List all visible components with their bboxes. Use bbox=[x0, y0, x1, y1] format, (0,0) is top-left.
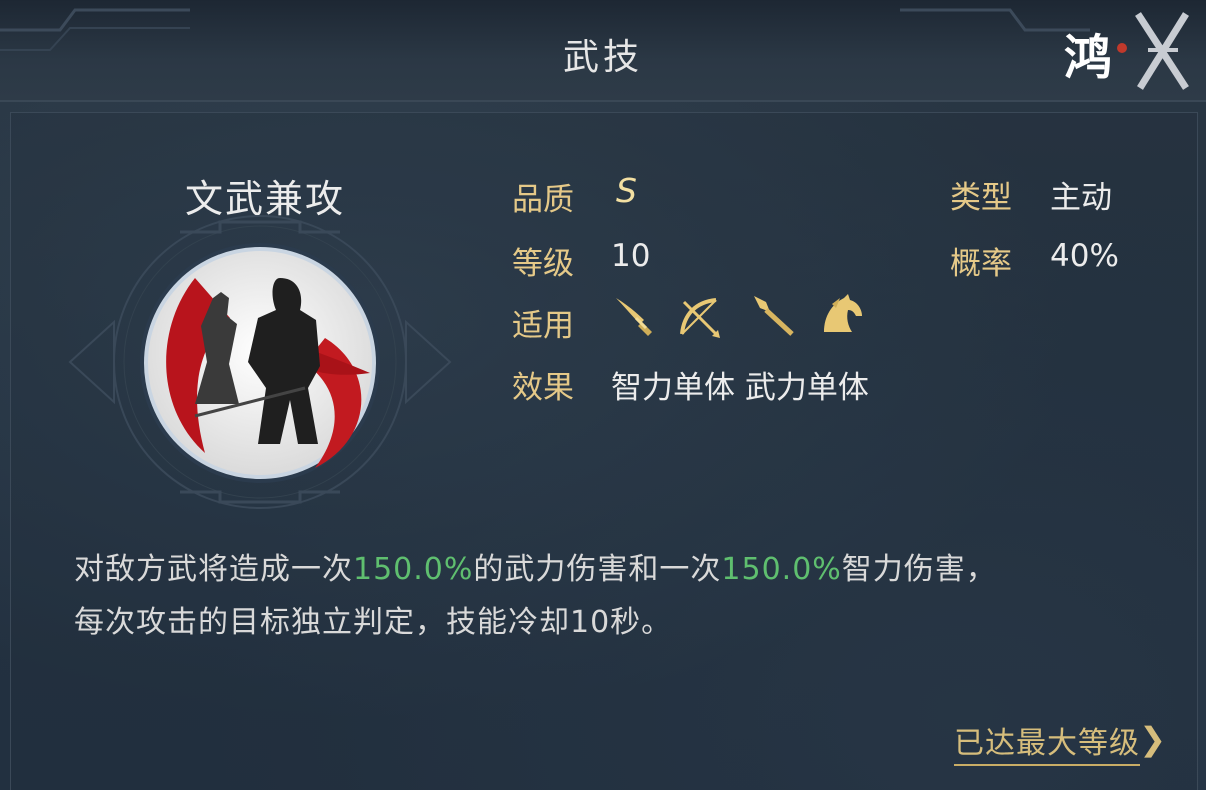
chance-label: 概率 bbox=[950, 246, 1012, 282]
description-line-2: 每次攻击的目标独立判定，技能冷却10秒。 bbox=[74, 605, 673, 640]
level-value: 10 bbox=[611, 238, 651, 274]
bow-icon bbox=[680, 298, 720, 338]
skill-detail-screen: 武技 鸿 文武兼攻 品质 S 等级 10 适用 效果 智力单体 武力单体 类型 … bbox=[0, 0, 1206, 790]
effect-label: 效果 bbox=[512, 370, 574, 406]
description-line-1: 对敌方武将造成一次150.0%的武力伤害和一次150.0%智力伤害， bbox=[74, 544, 1184, 588]
chance-value: 40% bbox=[1050, 238, 1119, 274]
game-logo: 鸿 bbox=[1060, 8, 1192, 94]
logo-emblem-icon: 鸿 bbox=[1064, 12, 1189, 90]
page-title: 武技 bbox=[562, 37, 643, 78]
svg-text:鸿: 鸿 bbox=[1064, 30, 1112, 86]
sword-icon bbox=[616, 298, 652, 336]
quality-value: S bbox=[616, 171, 637, 210]
spear-icon bbox=[754, 296, 794, 336]
applies-label: 适用 bbox=[512, 308, 574, 344]
skill-icon bbox=[140, 243, 380, 483]
description-text: 的武力伤害和一次 bbox=[473, 552, 722, 587]
martial-damage-percent: 150.0% bbox=[353, 552, 474, 587]
max-level-link[interactable]: 已达最大等级 bbox=[954, 718, 1140, 766]
horse-icon bbox=[824, 294, 862, 332]
chevron-right-icon[interactable]: ❯ bbox=[1139, 720, 1166, 758]
quality-label: 品质 bbox=[512, 182, 574, 218]
type-label: 类型 bbox=[950, 180, 1012, 216]
intellect-damage-percent: 150.0% bbox=[721, 552, 842, 587]
effect-value: 智力单体 武力单体 bbox=[611, 370, 869, 406]
description-text: 对敌方武将造成一次 bbox=[74, 552, 353, 587]
level-label: 等级 bbox=[512, 246, 574, 282]
description-text: 智力伤害， bbox=[841, 552, 997, 587]
header-divider bbox=[0, 100, 1206, 102]
type-value: 主动 bbox=[1050, 180, 1112, 216]
